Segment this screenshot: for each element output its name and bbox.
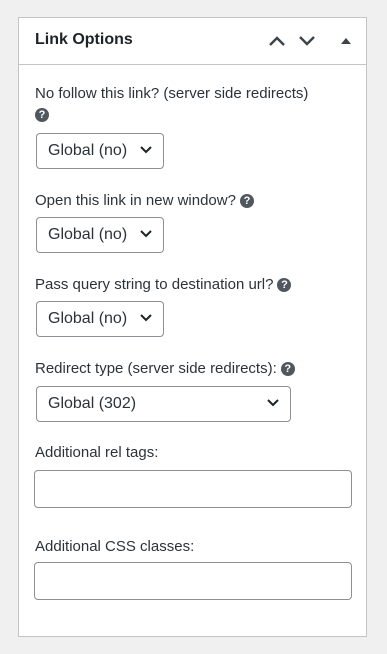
query-string-field: Pass query string to destination url??	[35, 275, 292, 295]
triangle-up-icon	[341, 38, 351, 44]
nofollow-field: No follow this link? (server side redire…	[35, 84, 308, 122]
question-circle-icon[interactable]: ?	[239, 194, 254, 208]
redirect-type-label: Redirect type (server side redirects):?	[35, 359, 295, 379]
css-classes-label: Additional CSS classes:	[35, 538, 195, 555]
nofollow-select[interactable]: Global (no)	[36, 133, 164, 169]
move-up-button[interactable]	[265, 29, 289, 53]
chevron-down-icon	[140, 314, 152, 322]
question-circle-icon[interactable]: ?	[35, 108, 49, 122]
query-string-label: Pass query string to destination url??	[35, 275, 292, 295]
rel-tags-input[interactable]	[34, 470, 352, 508]
new-window-select-value: Global (no)	[48, 226, 128, 243]
new-window-select[interactable]: Global (no)	[36, 217, 164, 253]
new-window-field: Open this link in new window??	[35, 191, 254, 211]
chevron-down-icon	[140, 146, 152, 154]
new-window-label: Open this link in new window??	[35, 191, 254, 211]
nofollow-select-value: Global (no)	[48, 142, 128, 159]
question-circle-icon[interactable]: ?	[280, 362, 295, 376]
redirect-type-select[interactable]: Global (302)	[36, 386, 291, 422]
nofollow-label: No follow this link? (server side redire…	[35, 85, 309, 102]
query-string-select[interactable]: Global (no)	[36, 301, 164, 337]
css-classes-field: Additional CSS classes:	[35, 537, 194, 557]
css-classes-input[interactable]	[34, 562, 352, 600]
chevron-up-icon	[269, 36, 285, 46]
query-string-select-value: Global (no)	[48, 310, 128, 327]
panel-title: Link Options	[35, 31, 133, 48]
panel-header: Link Options	[19, 18, 366, 65]
link-options-panel: Link Options No follow this link? (serve…	[18, 17, 367, 637]
redirect-type-select-value: Global (302)	[48, 395, 137, 412]
rel-tags-label: Additional rel tags:	[35, 444, 159, 461]
chevron-down-icon	[267, 399, 279, 407]
chevron-down-icon	[299, 36, 315, 46]
toggle-panel-button[interactable]	[334, 29, 358, 53]
question-circle-icon[interactable]: ?	[277, 278, 292, 292]
chevron-down-icon	[140, 230, 152, 238]
rel-tags-field: Additional rel tags:	[35, 443, 158, 463]
move-down-button[interactable]	[295, 29, 319, 53]
redirect-type-field: Redirect type (server side redirects):?	[35, 359, 295, 379]
